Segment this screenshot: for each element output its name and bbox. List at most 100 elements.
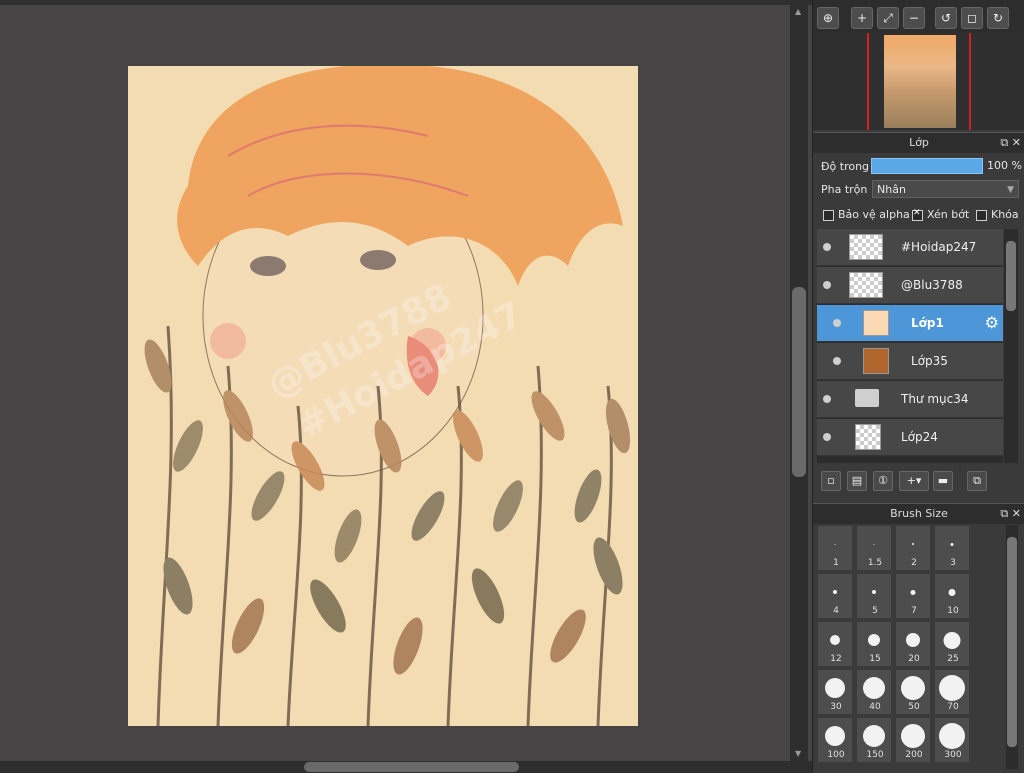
brush-size-label: 12 — [830, 654, 842, 664]
canvas-workspace[interactable]: @Blu3788 #Hoidap247 — [0, 5, 812, 762]
scroll-up-icon[interactable]: ▲ — [795, 7, 801, 17]
brush-size-cell[interactable]: 12 — [817, 621, 853, 667]
brush-size-label: 10 — [947, 606, 959, 616]
layer-thumbnail — [863, 310, 889, 336]
zoom-in-icon[interactable]: + — [851, 7, 873, 29]
fit-screen-icon[interactable]: ⤢ — [877, 7, 899, 29]
opacity-label: Độ trong — [821, 160, 870, 173]
visibility-icon[interactable] — [823, 395, 831, 403]
brush-size-grid: 1 1.5 2 3 4 5 7 10 12 15 20 25 30 40 50 70 100 150 200 300 — [817, 525, 995, 773]
brush-size-cell[interactable]: 40 — [856, 669, 892, 715]
brush-dot-icon — [863, 677, 885, 699]
layer-list-scrollbar[interactable] — [1004, 229, 1018, 463]
brush-dot-icon — [901, 724, 925, 748]
brush-size-cell[interactable]: 70 — [934, 669, 970, 715]
brush-size-cell[interactable]: 3 — [934, 525, 970, 571]
new-halftone-layer-icon[interactable]: ▤ — [847, 471, 867, 491]
duplicate-layer-icon[interactable]: ⧉ — [967, 471, 987, 491]
brush-size-cell[interactable]: 200 — [895, 717, 931, 763]
close-icon[interactable]: ✕ — [1012, 136, 1021, 149]
brush-size-cell[interactable]: 5 — [856, 573, 892, 619]
brush-size-label: 200 — [905, 750, 923, 760]
new-1bit-layer-icon[interactable]: ① — [873, 471, 893, 491]
brush-dot-icon — [939, 723, 965, 749]
layer-name: Lớp1 — [911, 316, 944, 330]
protect-alpha-checkbox[interactable] — [823, 210, 834, 221]
brush-size-cell[interactable]: 100 — [817, 717, 853, 763]
zoom-actual-icon[interactable]: ⊕ — [817, 7, 839, 29]
brush-dot-icon — [825, 726, 845, 746]
horizontal-scroll-thumb[interactable] — [304, 762, 519, 772]
close-icon[interactable]: ✕ — [1012, 507, 1021, 520]
brush-size-cell[interactable]: 4 — [817, 573, 853, 619]
chevron-down-icon: ▼ — [1007, 185, 1014, 195]
folder-icon — [855, 389, 879, 407]
rotate-right-icon[interactable]: ↻ — [987, 7, 1009, 29]
brush-dot-icon — [943, 631, 961, 649]
brush-size-cell[interactable]: 7 — [895, 573, 931, 619]
visibility-icon[interactable] — [833, 357, 841, 365]
opacity-slider[interactable] — [871, 158, 983, 174]
artwork-illustration: @Blu3788 #Hoidap247 — [128, 66, 638, 726]
brush-size-label: 50 — [908, 702, 920, 712]
layer-row-lop1[interactable]: Lớp1 ⚙ — [817, 305, 1003, 342]
brush-size-cell[interactable]: 1.5 — [856, 525, 892, 571]
layer-row-lop24[interactable]: Lớp24 — [817, 419, 1003, 456]
view-frame-right — [969, 33, 971, 130]
vertical-scroll-thumb[interactable] — [792, 287, 806, 477]
brush-size-label: 20 — [908, 654, 920, 664]
brush-dot-icon — [830, 635, 840, 645]
canvas-horizontal-scrollbar[interactable] — [0, 761, 812, 773]
brush-dot-icon — [912, 543, 914, 545]
visibility-icon[interactable] — [833, 319, 841, 327]
clipping-checkbox[interactable] — [912, 208, 923, 221]
layer-panel-header: Lớp ⧉ ✕ — [813, 132, 1024, 153]
brush-dot-icon — [910, 589, 916, 595]
add-layer-menu-icon[interactable]: +▾ — [899, 471, 929, 491]
brush-size-cell[interactable]: 25 — [934, 621, 970, 667]
blend-mode-select[interactable]: Nhân ▼ — [872, 180, 1019, 198]
brush-scroll-thumb[interactable] — [1007, 537, 1017, 747]
brush-size-cell[interactable]: 50 — [895, 669, 931, 715]
brush-dot-icon — [873, 543, 875, 545]
visibility-icon[interactable] — [823, 281, 831, 289]
brush-size-cell[interactable]: 10 — [934, 573, 970, 619]
brush-size-scrollbar[interactable] — [1006, 525, 1018, 769]
lock-checkbox[interactable] — [976, 210, 987, 221]
new-folder-icon[interactable]: ▬ — [933, 471, 953, 491]
layer-row-lop35[interactable]: Lớp35 — [817, 343, 1003, 380]
brush-size-label: 300 — [944, 750, 962, 760]
layer-scroll-thumb[interactable] — [1006, 241, 1016, 311]
navigator-preview[interactable] — [813, 33, 1024, 130]
rotate-left-icon[interactable]: ↺ — [935, 7, 957, 29]
brush-size-cell[interactable]: 15 — [856, 621, 892, 667]
brush-size-cell[interactable]: 30 — [817, 669, 853, 715]
view-frame-left — [867, 33, 869, 130]
clipping-label: Xén bớt — [927, 208, 970, 221]
brush-size-cell[interactable]: 150 — [856, 717, 892, 763]
artwork-canvas[interactable]: @Blu3788 #Hoidap247 — [128, 66, 638, 726]
brush-size-cell[interactable]: 2 — [895, 525, 931, 571]
layer-thumbnail — [855, 424, 881, 450]
brush-panel-title: Brush Size — [890, 507, 948, 520]
layer-name: Lớp35 — [911, 354, 948, 368]
visibility-icon[interactable] — [823, 243, 831, 251]
brush-dot-icon — [948, 588, 956, 596]
navigator-thumbnail — [884, 35, 956, 128]
visibility-icon[interactable] — [823, 433, 831, 441]
undock-icon[interactable]: ⧉ — [1000, 136, 1008, 149]
undock-icon[interactable]: ⧉ — [1000, 507, 1008, 520]
brush-size-cell[interactable]: 1 — [817, 525, 853, 571]
reset-view-icon[interactable]: ◻ — [961, 7, 983, 29]
brush-size-cell[interactable]: 20 — [895, 621, 931, 667]
layer-row-blu3788[interactable]: @Blu3788 — [817, 267, 1003, 304]
brush-size-cell[interactable]: 300 — [934, 717, 970, 763]
scroll-down-icon[interactable]: ▼ — [795, 749, 801, 759]
brush-size-label: 1 — [833, 558, 839, 568]
layer-row-folder34[interactable]: Thư mục34 — [817, 381, 1003, 418]
zoom-out-icon[interactable]: − — [903, 7, 925, 29]
layer-row-hoidap247[interactable]: #Hoidap247 — [817, 229, 1003, 266]
new-layer-icon[interactable]: ▫ — [821, 471, 841, 491]
canvas-vertical-scrollbar[interactable]: ▲ ▼ — [790, 5, 808, 761]
gear-icon[interactable]: ⚙ — [985, 313, 999, 332]
